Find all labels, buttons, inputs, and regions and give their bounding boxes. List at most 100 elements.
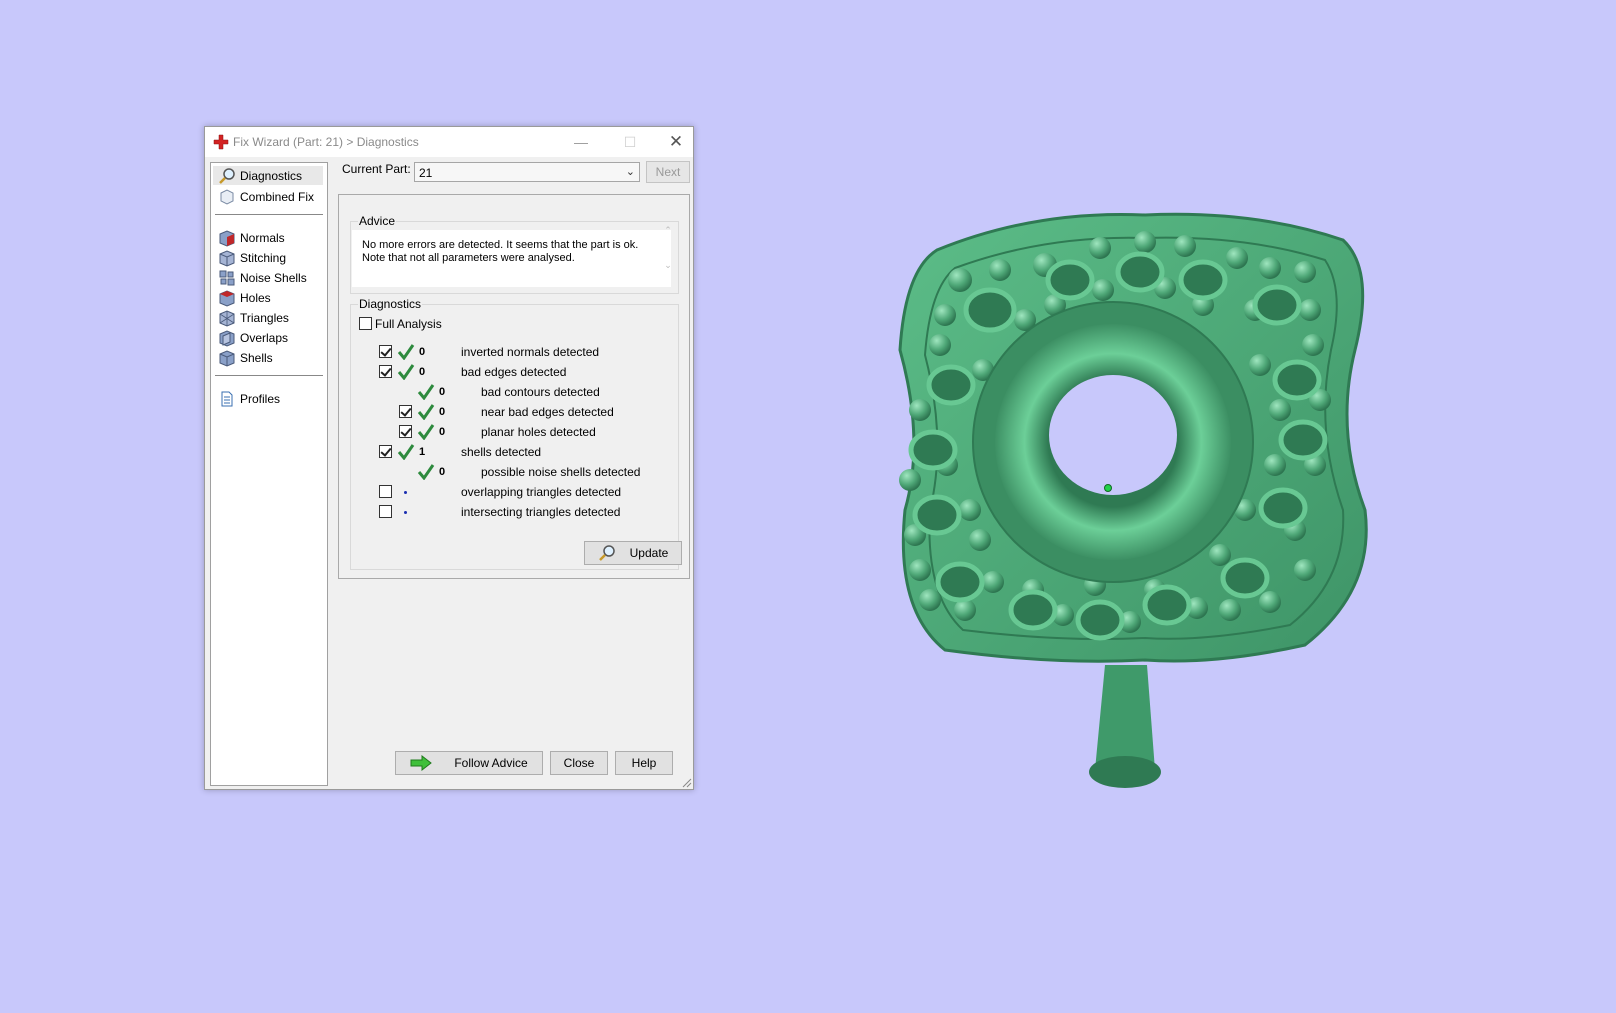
sidebar-item-shells[interactable]: Shells bbox=[213, 348, 323, 367]
noise-shells-label: possible noise shells detected bbox=[481, 465, 641, 479]
sidebar-item-noise-shells[interactable]: Noise Shells bbox=[213, 268, 323, 287]
planar-holes-label: planar holes detected bbox=[481, 425, 596, 439]
update-button-label: Update bbox=[629, 546, 669, 560]
sidebar-item-label: Triangles bbox=[240, 310, 289, 325]
inverted-normals-checkbox[interactable] bbox=[379, 345, 392, 358]
advice-line: No more errors are detected. It seems th… bbox=[362, 239, 639, 251]
resize-grip-icon[interactable] bbox=[682, 778, 692, 788]
current-part-label: Current Part: bbox=[342, 162, 411, 176]
planar-holes-checkbox[interactable] bbox=[399, 425, 412, 438]
green-arrow-icon bbox=[410, 755, 433, 771]
minimize-button[interactable]: — bbox=[561, 131, 601, 153]
advice-scrollbar[interactable]: ⌃ ⌄ bbox=[661, 225, 675, 277]
window-title: Fix Wizard (Part: 21) > Diagnostics bbox=[233, 135, 419, 149]
overlapping-triangles-label: overlapping triangles detected bbox=[461, 485, 622, 499]
sidebar-item-profiles[interactable]: Profiles bbox=[213, 389, 323, 408]
follow-advice-label: Follow Advice bbox=[454, 756, 528, 770]
not-analysed-dot-icon bbox=[404, 511, 407, 514]
close-button[interactable]: Close bbox=[550, 751, 608, 775]
shells-cube-icon bbox=[219, 349, 235, 367]
intersecting-triangles-checkbox[interactable] bbox=[379, 505, 392, 518]
noise-shells-icon bbox=[219, 270, 235, 285]
magnifier-icon bbox=[219, 167, 235, 184]
normals-cube-icon bbox=[219, 229, 235, 247]
main-panel: Advice No more errors are detected. It s… bbox=[338, 194, 690, 579]
overlapping-triangles-checkbox[interactable] bbox=[379, 485, 392, 498]
noise-shells-count: 0 bbox=[439, 466, 446, 478]
overlaps-cube-icon bbox=[219, 329, 235, 347]
sidebar-item-label: Stitching bbox=[240, 250, 287, 265]
sidebar-item-overlaps[interactable]: Overlaps bbox=[213, 328, 323, 347]
bad-edges-count: 0 bbox=[419, 366, 426, 378]
sidebar-item-stitching[interactable]: Stitching bbox=[213, 248, 323, 267]
holes-cube-icon bbox=[219, 289, 235, 307]
ok-check-icon bbox=[397, 444, 415, 460]
not-analysed-dot-icon bbox=[404, 491, 407, 494]
ok-check-icon bbox=[417, 404, 435, 420]
sidebar-item-holes[interactable]: Holes bbox=[213, 288, 323, 307]
full-analysis-checkbox[interactable] bbox=[359, 317, 372, 330]
ok-check-icon bbox=[417, 384, 435, 400]
fix-wizard-dialog: Fix Wizard (Part: 21) > Diagnostics — ☐ … bbox=[204, 126, 694, 790]
ok-check-icon bbox=[417, 424, 435, 440]
sidebar-divider bbox=[215, 214, 323, 216]
advice-line: Note that not all parameters were analys… bbox=[362, 252, 575, 264]
intersecting-triangles-label: intersecting triangles detected bbox=[461, 505, 621, 519]
sidebar-item-triangles[interactable]: Triangles bbox=[213, 308, 323, 327]
sidebar-item-combined-fix[interactable]: Combined Fix bbox=[213, 187, 323, 206]
near-bad-edges-count: 0 bbox=[439, 406, 446, 418]
magnifier-icon bbox=[598, 545, 615, 561]
sidebar-item-label: Noise Shells bbox=[240, 270, 307, 285]
chevron-down-icon: ⌄ bbox=[625, 166, 635, 178]
near-bad-edges-checkbox[interactable] bbox=[399, 405, 412, 418]
shells-checkbox[interactable] bbox=[379, 445, 392, 458]
bad-edges-label: bad edges detected bbox=[461, 365, 567, 379]
next-button[interactable]: Next bbox=[646, 161, 690, 183]
ok-check-icon bbox=[397, 344, 415, 360]
current-part-select[interactable]: 21 ⌄ bbox=[414, 162, 640, 182]
shells-label: shells detected bbox=[461, 445, 542, 459]
sidebar-item-label: Overlaps bbox=[240, 330, 289, 345]
full-analysis-label: Full Analysis bbox=[375, 317, 442, 331]
sidebar-item-label: Holes bbox=[240, 290, 271, 305]
red-cross-icon bbox=[213, 134, 229, 150]
advice-group: Advice No more errors are detected. It s… bbox=[350, 214, 679, 294]
document-icon bbox=[221, 391, 233, 406]
ok-check-icon bbox=[397, 364, 415, 380]
bad-edges-checkbox[interactable] bbox=[379, 365, 392, 378]
ok-check-icon bbox=[417, 464, 435, 480]
cube-outline-icon bbox=[220, 188, 234, 205]
sidebar-item-normals[interactable]: Normals bbox=[213, 228, 323, 247]
sidebar-item-diagnostics[interactable]: Diagnostics bbox=[213, 166, 323, 185]
update-button[interactable]: Update bbox=[584, 541, 682, 565]
shells-count: 1 bbox=[419, 446, 426, 458]
advice-title: Advice bbox=[358, 214, 397, 228]
scroll-up-icon: ⌃ bbox=[664, 225, 672, 235]
near-bad-edges-label: near bad edges detected bbox=[481, 405, 614, 419]
current-part-value: 21 bbox=[419, 166, 433, 180]
help-button[interactable]: Help bbox=[615, 751, 673, 775]
sidebar-nav: Diagnostics Combined Fix Normals Stitchi… bbox=[210, 162, 328, 786]
diagnostics-group: Diagnostics Full Analysis 0 inverted nor… bbox=[350, 297, 682, 570]
bad-contours-count: 0 bbox=[439, 386, 446, 398]
inverted-normals-count: 0 bbox=[419, 346, 426, 358]
title-bar[interactable]: Fix Wizard (Part: 21) > Diagnostics — ☐ … bbox=[205, 127, 693, 157]
follow-advice-button[interactable]: Follow Advice bbox=[395, 751, 543, 775]
close-window-button[interactable]: ✕ bbox=[656, 131, 696, 153]
bad-contours-label: bad contours detected bbox=[481, 385, 600, 399]
diagnostics-title: Diagnostics bbox=[358, 297, 423, 311]
inverted-normals-label: inverted normals detected bbox=[461, 345, 600, 359]
part-3d-model[interactable] bbox=[885, 210, 1415, 830]
sidebar-divider bbox=[215, 375, 323, 377]
sidebar-item-label: Diagnostics bbox=[240, 168, 303, 183]
sidebar-item-label: Normals bbox=[240, 230, 285, 245]
stitching-cube-icon bbox=[219, 249, 235, 267]
triangles-cube-icon bbox=[219, 309, 235, 327]
sidebar-item-label: Shells bbox=[240, 350, 273, 365]
sidebar-item-label: Profiles bbox=[240, 391, 281, 406]
maximize-button[interactable]: ☐ bbox=[610, 131, 650, 153]
scroll-down-icon: ⌄ bbox=[664, 260, 672, 270]
planar-holes-count: 0 bbox=[439, 426, 446, 438]
sidebar-item-label: Combined Fix bbox=[240, 189, 315, 204]
advice-text: No more errors are detected. It seems th… bbox=[362, 239, 652, 265]
